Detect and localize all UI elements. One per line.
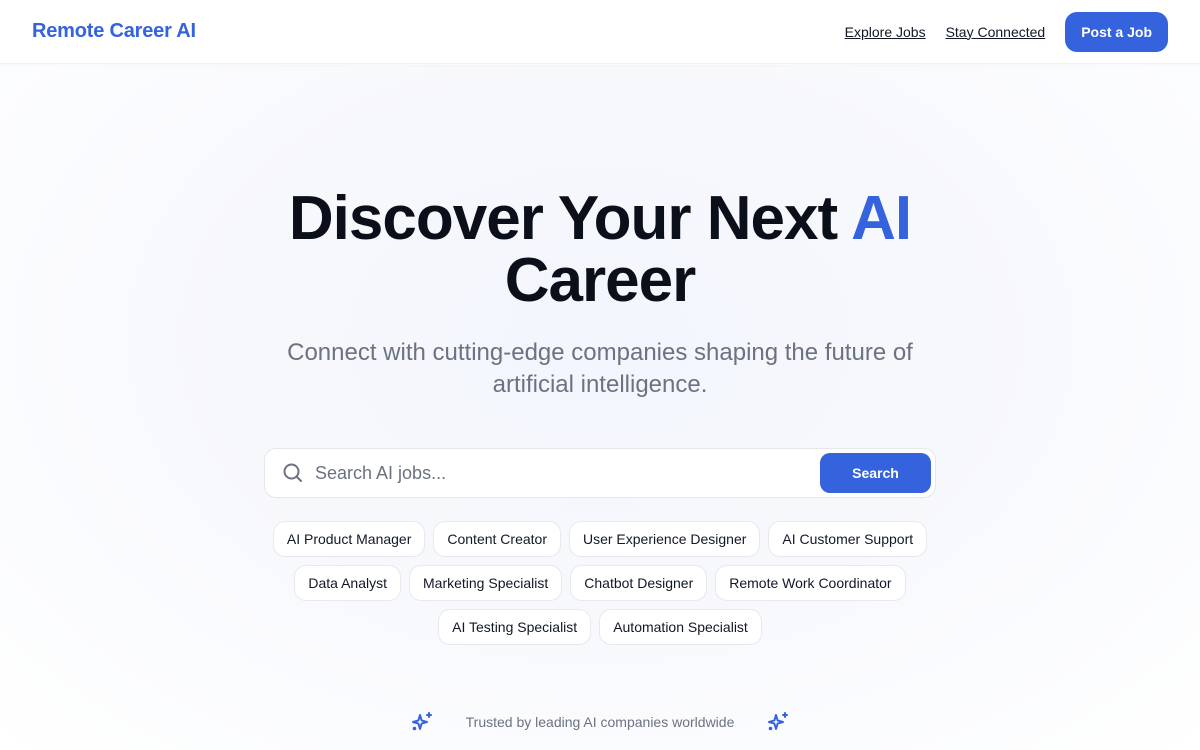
nav-link-explore-jobs[interactable]: Explore Jobs xyxy=(845,24,926,40)
search-icon xyxy=(281,461,305,485)
hero-subtitle: Connect with cutting-edge companies shap… xyxy=(287,339,913,398)
search-bar: Search xyxy=(264,448,936,498)
hero-section xyxy=(0,65,1200,750)
hero-title-line2: Career xyxy=(504,246,696,315)
chip-data-analyst[interactable]: Data Analyst xyxy=(294,565,401,601)
trusted-text: Trusted by leading AI companies worldwid… xyxy=(465,714,735,730)
hero-title-accent: AI xyxy=(851,184,912,253)
top-nav: Explore Jobs Stay Connected Post a Job xyxy=(845,11,1168,52)
chip-user-experience-designer[interactable]: User Experience Designer xyxy=(568,521,761,557)
post-job-button[interactable]: Post a Job xyxy=(1065,11,1168,52)
trusted-banner: Trusted by leading AI companies worldwid… xyxy=(0,708,1200,736)
chip-marketing-specialist[interactable]: Marketing Specialist xyxy=(409,565,563,601)
search-button[interactable]: Search xyxy=(820,453,931,493)
sparkles-icon xyxy=(410,710,434,734)
hero-title-main: Discover Your Next xyxy=(288,184,852,253)
chip-remote-work-coordinator[interactable]: Remote Work Coordinator xyxy=(715,565,906,601)
hero-title: Discover Your Next AI Career xyxy=(0,188,1200,312)
chip-content-creator[interactable]: Content Creator xyxy=(433,521,561,557)
chip-ai-product-manager[interactable]: AI Product Manager xyxy=(272,521,426,557)
site-header: Remote Career AI Explore Jobs Stay Conne… xyxy=(0,0,1200,64)
chip-ai-testing-specialist[interactable]: AI Testing Specialist xyxy=(438,609,592,645)
chip-ai-customer-support[interactable]: AI Customer Support xyxy=(768,521,928,557)
nav-link-stay-connected[interactable]: Stay Connected xyxy=(946,24,1046,40)
chip-automation-specialist[interactable]: Automation Specialist xyxy=(599,609,762,645)
chip-chatbot-designer[interactable]: Chatbot Designer xyxy=(570,565,708,601)
job-category-chips: AI Product Manager Content Creator User … xyxy=(240,521,960,645)
sparkles-icon xyxy=(766,710,790,734)
logo[interactable]: Remote Career AI xyxy=(32,20,196,43)
